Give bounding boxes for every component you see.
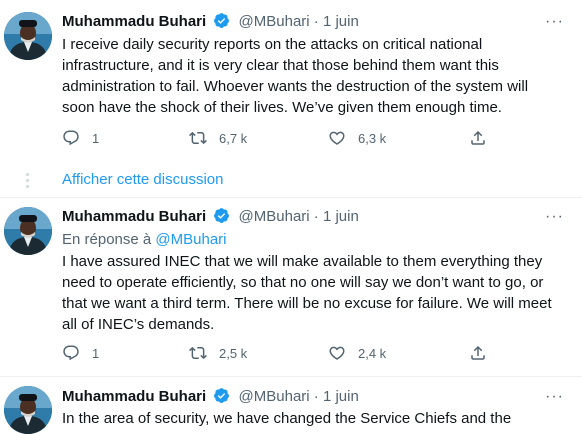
separator-dot: · xyxy=(313,388,319,405)
tweet-text: In the area of security, we have changed… xyxy=(62,410,512,427)
divider xyxy=(0,376,582,377)
show-thread-link[interactable]: Afficher cette discussion xyxy=(62,170,223,190)
share-icon xyxy=(469,129,487,147)
more-icon[interactable]: ··· xyxy=(545,207,564,227)
like-count: 6,3 k xyxy=(358,130,387,146)
tweet-date[interactable]: 1 juin xyxy=(323,208,359,225)
reply-to-prefix: En réponse à xyxy=(62,231,152,248)
share-button[interactable] xyxy=(469,344,487,362)
reply-button[interactable]: 1 xyxy=(62,344,99,362)
reply-count: 1 xyxy=(92,345,100,361)
author-handle[interactable]: @MBuhari xyxy=(239,13,310,30)
retweet-icon xyxy=(189,344,207,362)
retweet-count: 2,5 k xyxy=(219,345,248,361)
reply-button[interactable]: 1 xyxy=(62,129,99,147)
more-icon[interactable]: ··· xyxy=(545,387,564,407)
author-handle[interactable]: @MBuhari xyxy=(239,388,310,405)
tweet-header: Muhammadu Buhari @MBuhari · 1 juin xyxy=(62,387,359,407)
verified-badge-icon xyxy=(213,12,230,29)
retweet-count: 6,7 k xyxy=(219,130,248,146)
like-button[interactable]: 2,4 k xyxy=(328,344,386,362)
tweet-text: I receive daily security reports on the … xyxy=(62,36,529,116)
divider xyxy=(0,197,582,198)
avatar-image xyxy=(4,207,52,255)
avatar-image xyxy=(4,386,52,434)
avatar[interactable] xyxy=(4,207,52,255)
author-handle[interactable]: @MBuhari xyxy=(239,208,310,225)
tweet-date[interactable]: 1 juin xyxy=(323,13,359,30)
retweet-icon xyxy=(189,129,207,147)
reply-count: 1 xyxy=(92,130,100,146)
avatar-image xyxy=(4,12,52,60)
reply-icon xyxy=(62,129,80,147)
author-name[interactable]: Muhammadu Buhari xyxy=(62,13,206,30)
tweet-actions: 1 6,7 k 6,3 k xyxy=(62,129,502,149)
reply-to-handle[interactable]: @MBuhari xyxy=(155,231,226,248)
tweet-text: I have assured INEC that we will make av… xyxy=(62,253,552,333)
like-icon xyxy=(328,344,346,362)
reply-icon xyxy=(62,344,80,362)
reply-context: En réponse à @MBuhari xyxy=(62,230,227,250)
thread-dots xyxy=(26,170,30,191)
verified-badge-icon xyxy=(213,207,230,224)
share-button[interactable] xyxy=(469,129,487,147)
tweet-header: Muhammadu Buhari @MBuhari · 1 juin xyxy=(62,12,359,32)
tweet-header: Muhammadu Buhari @MBuhari · 1 juin xyxy=(62,207,359,227)
avatar[interactable] xyxy=(4,386,52,434)
like-button[interactable]: 6,3 k xyxy=(328,129,386,147)
retweet-button[interactable]: 6,7 k xyxy=(189,129,247,147)
like-icon xyxy=(328,129,346,147)
author-name[interactable]: Muhammadu Buhari xyxy=(62,388,206,405)
more-icon[interactable]: ··· xyxy=(545,12,564,32)
author-name[interactable]: Muhammadu Buhari xyxy=(62,208,206,225)
tweet-date[interactable]: 1 juin xyxy=(323,388,359,405)
share-icon xyxy=(469,344,487,362)
separator-dot: · xyxy=(313,13,319,30)
like-count: 2,4 k xyxy=(358,345,387,361)
separator-dot: · xyxy=(313,208,319,225)
tweet-actions: 1 2,5 k 2,4 k xyxy=(62,344,502,364)
retweet-button[interactable]: 2,5 k xyxy=(189,344,247,362)
avatar[interactable] xyxy=(4,12,52,60)
verified-badge-icon xyxy=(213,387,230,404)
